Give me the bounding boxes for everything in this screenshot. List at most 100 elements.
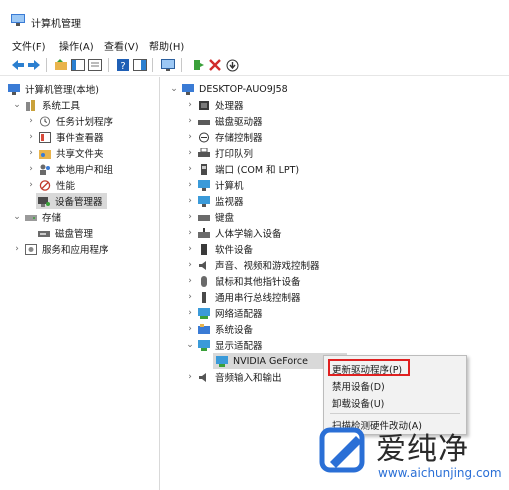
tree-item-event-viewer[interactable]: › 事件查看器: [26, 129, 104, 145]
device-category[interactable]: › 端口 (COM 和 LPT): [185, 161, 299, 177]
device-category[interactable]: › 鼠标和其他指针设备: [185, 273, 301, 289]
tree-item-storage[interactable]: ⌄ 存储: [12, 209, 61, 225]
window-title: 计算机管理: [31, 19, 81, 30]
watermark-logo-icon: [319, 427, 365, 473]
tree-label-local-users: 本地用户和组: [56, 165, 114, 176]
menu-view[interactable]: 查看(V): [104, 38, 139, 53]
chevron-right-icon[interactable]: ›: [185, 372, 195, 382]
menu-help[interactable]: 帮助(H): [149, 38, 184, 53]
menu-item-update-driver[interactable]: 更新驱动程序(P): [332, 362, 402, 376]
device-category[interactable]: › 系统设备: [185, 321, 253, 337]
chevron-down-icon[interactable]: ⌄: [12, 212, 22, 222]
enable-device-icon[interactable]: [224, 57, 240, 73]
device-category-label: 声音、视频和游戏控制器: [215, 261, 320, 272]
back-arrow-icon[interactable]: [10, 57, 26, 73]
chevron-right-icon[interactable]: ›: [185, 276, 195, 286]
update-driver-icon[interactable]: [190, 57, 206, 73]
chevron-right-icon[interactable]: ›: [185, 196, 195, 206]
chevron-right-icon[interactable]: ›: [26, 164, 36, 174]
chevron-down-icon[interactable]: ⌄: [185, 340, 195, 350]
menu-bar: 文件(F) 操作(A) 查看(V) 帮助(H): [0, 36, 509, 53]
chevron-right-icon[interactable]: ›: [185, 260, 195, 270]
device-category[interactable]: › 监视器: [185, 193, 244, 209]
svg-text:?: ?: [120, 61, 125, 72]
tree-item-task-scheduler[interactable]: › 任务计划程序: [26, 113, 113, 129]
menu-item-uninstall-device[interactable]: 卸载设备(U): [332, 396, 384, 410]
watermark-text: 爱纯净: [376, 432, 469, 467]
tree-label-shared-folders: 共享文件夹: [56, 149, 104, 160]
device-category[interactable]: › 存储控制器: [185, 129, 263, 145]
tree-item-local-users[interactable]: › 本地用户和组: [26, 161, 113, 177]
tree-item-shared-folders[interactable]: › 共享文件夹: [26, 145, 104, 161]
help-icon[interactable]: ?: [115, 57, 131, 73]
chevron-right-icon[interactable]: ›: [26, 132, 36, 142]
disk-icon: [38, 230, 50, 237]
software-device-icon: [201, 243, 207, 255]
tree-item-device-manager[interactable]: 设备管理器: [36, 193, 107, 209]
tree-label-disk-management: 磁盘管理: [55, 229, 94, 240]
forward-arrow-icon[interactable]: [26, 57, 42, 73]
menu-file[interactable]: 文件(F): [12, 38, 46, 53]
tree-item-root[interactable]: 计算机管理(本地): [8, 81, 99, 97]
device-category[interactable]: › 处理器: [185, 97, 243, 113]
tree-label-services: 服务和应用程序: [42, 245, 109, 256]
device-category-display-adapters[interactable]: ⌄ 显示适配器: [185, 337, 263, 353]
device-category[interactable]: › 磁盘驱动器: [185, 113, 262, 129]
monitor-icon: [198, 195, 210, 207]
device-category-label: 软件设备: [215, 245, 254, 256]
chevron-right-icon[interactable]: ›: [12, 244, 22, 254]
chevron-right-icon[interactable]: ›: [185, 180, 195, 190]
chevron-right-icon[interactable]: ›: [26, 116, 36, 126]
tree-item-performance[interactable]: › 性能: [26, 177, 75, 193]
chevron-right-icon[interactable]: ›: [26, 180, 36, 190]
tree-item-services[interactable]: › 服务和应用程序: [12, 241, 109, 257]
monitor-icon[interactable]: [160, 57, 176, 73]
device-category[interactable]: › 打印队列: [185, 145, 253, 161]
tree-label-event-viewer: 事件查看器: [56, 133, 104, 144]
menu-action[interactable]: 操作(A): [59, 38, 94, 53]
device-category-label: 通用串行总线控制器: [215, 293, 301, 304]
chevron-right-icon[interactable]: ›: [185, 244, 195, 254]
chevron-right-icon[interactable]: ›: [185, 100, 195, 110]
chevron-right-icon[interactable]: ›: [185, 164, 195, 174]
device-category[interactable]: › 计算机: [185, 177, 244, 193]
device-category[interactable]: › 人体学输入设备: [185, 225, 282, 241]
tree-item-disk-management[interactable]: 磁盘管理: [36, 225, 93, 241]
device-category[interactable]: › 音频输入和输出: [185, 369, 281, 385]
chevron-right-icon[interactable]: ›: [26, 148, 36, 158]
device-category-label: 系统设备: [215, 325, 254, 336]
chevron-right-icon[interactable]: ›: [185, 148, 195, 158]
processor-icon: [199, 100, 209, 110]
device-category[interactable]: › 通用串行总线控制器: [185, 289, 301, 305]
port-icon: [201, 163, 207, 175]
tree-item-computer-root[interactable]: ⌄ DESKTOP-AUO9J58: [169, 81, 288, 97]
action-pane-icon[interactable]: [132, 57, 148, 73]
clock-icon: [39, 115, 51, 127]
uninstall-x-icon[interactable]: [207, 57, 223, 73]
chevron-right-icon[interactable]: ›: [185, 132, 195, 142]
device-category[interactable]: › 网络适配器: [185, 305, 263, 321]
audio-io-icon: [199, 372, 206, 382]
keyboard-icon: [198, 214, 210, 221]
watermark-url: www.aichunjing.com: [378, 466, 502, 480]
shared-folder-icon: [39, 149, 51, 159]
chevron-down-icon[interactable]: ⌄: [169, 84, 179, 94]
chevron-right-icon[interactable]: ›: [185, 116, 195, 126]
device-category[interactable]: › 键盘: [185, 209, 234, 225]
up-folder-icon[interactable]: [53, 57, 69, 73]
menu-item-disable-device[interactable]: 禁用设备(D): [332, 379, 385, 393]
chevron-right-icon[interactable]: ›: [185, 292, 195, 302]
chevron-right-icon[interactable]: ›: [185, 308, 195, 318]
properties-list-icon[interactable]: [87, 57, 103, 73]
system-device-icon: [198, 323, 210, 334]
console-tree-icon[interactable]: [70, 57, 86, 73]
chevron-right-icon[interactable]: ›: [185, 228, 195, 238]
services-icon: [25, 243, 37, 255]
tree-item-system-tools[interactable]: ⌄ 系统工具: [12, 97, 80, 113]
device-category[interactable]: › 声音、视频和游戏控制器: [185, 257, 320, 273]
device-category[interactable]: › 软件设备: [185, 241, 253, 257]
chevron-right-icon[interactable]: ›: [185, 324, 195, 334]
chevron-down-icon[interactable]: ⌄: [12, 100, 22, 110]
speaker-icon: [199, 260, 206, 270]
chevron-right-icon[interactable]: ›: [185, 212, 195, 222]
